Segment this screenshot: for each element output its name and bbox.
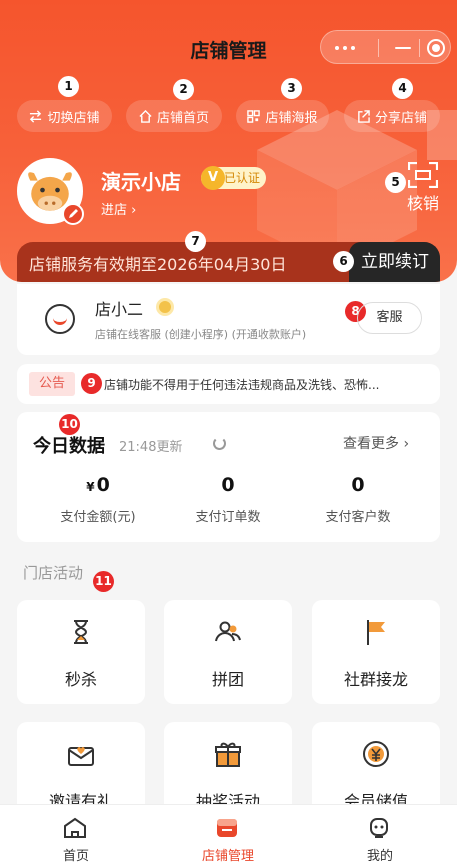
shop-poster-label: 店铺海报 xyxy=(265,110,318,126)
service-description: 店铺在线客服 (创建小程序) (开通收款账户) xyxy=(95,328,307,341)
marker-3: 3 xyxy=(281,78,302,99)
notice-tag: 公告 xyxy=(29,372,75,396)
miniprogram-capsule xyxy=(320,30,451,64)
verify-coupon-button[interactable]: 核销 xyxy=(404,162,442,213)
more-dots-icon[interactable] xyxy=(335,46,355,50)
view-more-link[interactable]: 查看更多 › xyxy=(343,433,409,453)
crown-icon xyxy=(156,298,174,316)
group-icon xyxy=(215,621,241,642)
refresh-icon[interactable] xyxy=(213,437,226,450)
marker-5: 5 xyxy=(385,172,406,193)
today-data-title: 今日数据 xyxy=(33,436,105,457)
activity-flash-sale[interactable]: 秒杀 xyxy=(17,600,145,704)
marker-4: 4 xyxy=(392,78,413,99)
home-tab-icon xyxy=(64,817,86,838)
marker-7: 7 xyxy=(185,231,206,252)
switch-icon xyxy=(30,109,42,123)
service-title: 店小二 xyxy=(95,300,144,319)
flag-icon xyxy=(367,620,385,645)
shop-home-button[interactable]: 店铺首页 xyxy=(126,100,222,132)
activity-label: 社群接龙 xyxy=(343,670,408,689)
minimize-icon[interactable] xyxy=(395,47,411,49)
gift-letter-icon xyxy=(68,747,94,766)
marker-2: 2 xyxy=(173,79,194,100)
yen-coin-icon xyxy=(363,741,389,767)
hourglass-icon xyxy=(74,620,88,644)
capsule-divider xyxy=(378,39,379,57)
service-card: 店小二 店铺在线客服 (创建小程序) (开通收款账户) 8 客服 xyxy=(17,284,440,355)
stat-value: 0 xyxy=(351,474,365,496)
marker-1: 1 xyxy=(58,76,79,97)
smile-logo-icon xyxy=(45,304,75,334)
shop-tab-icon xyxy=(217,819,237,837)
tab-home[interactable]: 首页 xyxy=(0,805,152,863)
renew-button[interactable]: 立即续订 xyxy=(349,242,440,282)
shop-home-label: 店铺首页 xyxy=(156,110,209,126)
stat-customer-count: 0 支付客户数 xyxy=(288,474,428,525)
stat-pay-amount: ¥0 支付金额(元) xyxy=(28,474,168,525)
verify-label: 核销 xyxy=(406,194,439,213)
stat-order-count: 0 支付订单数 xyxy=(158,474,298,525)
share-shop-label: 分享店铺 xyxy=(374,110,427,126)
tab-label: 我的 xyxy=(366,849,393,863)
stat-label: 支付客户数 xyxy=(325,510,391,525)
marker-11: 11 xyxy=(93,571,114,592)
tab-profile[interactable]: 我的 xyxy=(304,805,456,863)
verified-badge: V 已认证 xyxy=(201,166,266,190)
qr-icon xyxy=(247,109,261,123)
home-icon xyxy=(139,109,152,123)
stat-label: 支付金额(元) xyxy=(60,510,136,525)
marker-9: 9 xyxy=(81,373,102,394)
profile-tab-icon xyxy=(370,818,388,838)
shop-name: 演示小店 xyxy=(101,170,181,194)
store-activities-title: 门店活动 xyxy=(23,564,84,582)
currency-symbol: ¥ xyxy=(86,480,95,494)
stat-value: 0 xyxy=(221,474,235,496)
tab-label: 店铺管理 xyxy=(201,849,254,863)
share-shop-button[interactable]: 分享店铺 xyxy=(344,100,440,132)
switch-shop-label: 切换店铺 xyxy=(47,110,100,126)
tab-shop-management[interactable]: 店铺管理 xyxy=(152,805,304,863)
customer-service-button[interactable]: 客服 xyxy=(357,302,422,334)
activity-label: 拼团 xyxy=(211,670,244,689)
activity-group-buy[interactable]: 拼团 xyxy=(164,600,292,704)
notice-bar[interactable]: 公告 9 店铺功能不得用于任何违法违规商品及洗钱、恐怖... xyxy=(17,364,440,404)
update-time: 21:48更新 xyxy=(119,440,183,455)
shop-poster-button[interactable]: 店铺海报 xyxy=(236,100,329,132)
capsule-divider xyxy=(419,39,420,57)
switch-shop-button[interactable]: 切换店铺 xyxy=(17,100,112,132)
verified-v-icon: V xyxy=(201,166,225,190)
app-screen: 店铺管理 1 2 3 4 切换店铺 店铺首页 店铺海报 分享店铺 演示小店 V … xyxy=(0,0,457,863)
activity-community-relay[interactable]: 社群接龙 xyxy=(312,600,440,704)
marker-6: 6 xyxy=(333,251,354,272)
verified-label: 已认证 xyxy=(224,171,261,185)
stat-value: 0 xyxy=(96,474,110,496)
share-icon xyxy=(358,109,370,123)
notice-text: 店铺功能不得用于任何违法违规商品及洗钱、恐怖... xyxy=(104,378,380,392)
tab-label: 首页 xyxy=(62,849,89,863)
header-hero: 店铺管理 1 2 3 4 切换店铺 店铺首页 店铺海报 分享店铺 演示小店 V … xyxy=(0,0,457,282)
service-expiry-banner: 店铺服务有效期至2026年04月30日 立即续订 xyxy=(17,242,440,282)
enter-shop-link[interactable]: 进店 › xyxy=(101,199,136,218)
activity-label: 秒杀 xyxy=(64,670,97,689)
bottom-tab-bar: 首页 店铺管理 我的 xyxy=(0,804,457,863)
close-miniprogram-icon[interactable] xyxy=(427,39,445,57)
edit-avatar-icon[interactable] xyxy=(62,203,84,225)
stat-label: 支付订单数 xyxy=(195,510,261,525)
scan-icon xyxy=(408,162,438,188)
gift-box-icon xyxy=(215,742,241,767)
service-expiry-text: 店铺服务有效期至2026年04月30日 xyxy=(29,255,287,274)
today-data-card: 10 今日数据 21:48更新 查看更多 › ¥0 支付金额(元) 0 支付订单… xyxy=(17,412,440,542)
